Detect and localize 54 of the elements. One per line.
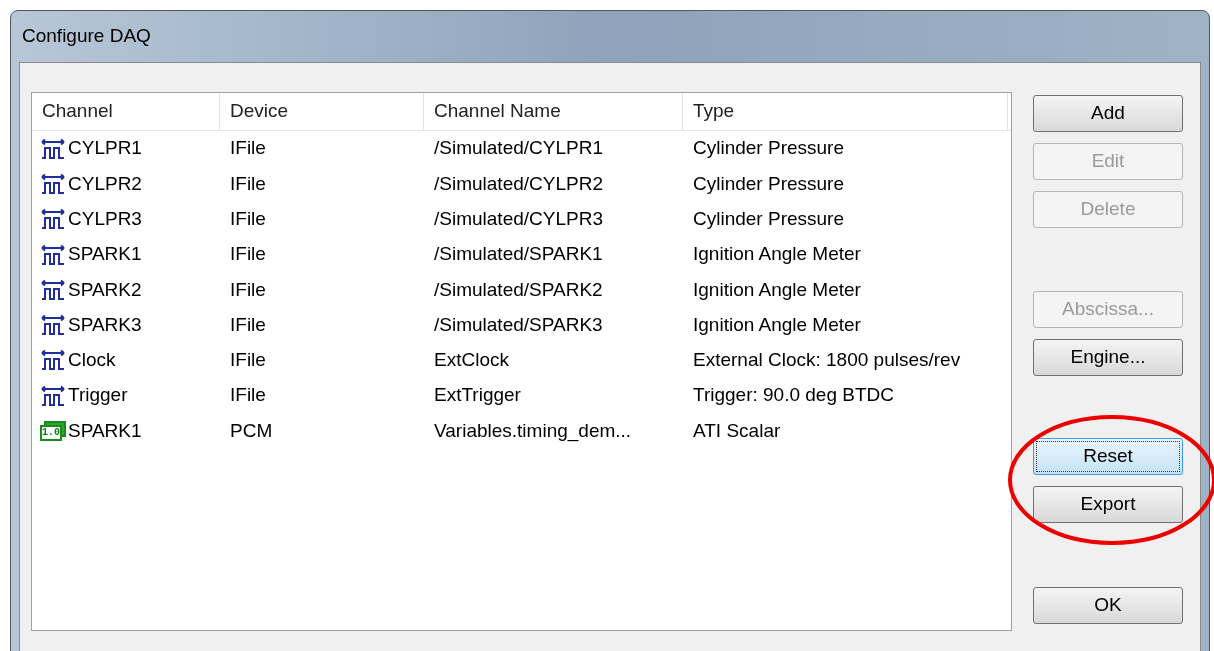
table-cell-text: /Simulated/CYLPR1: [434, 136, 603, 161]
table-cell-text: Cylinder Pressure: [693, 207, 844, 231]
table-cell-text: IFile: [230, 348, 266, 373]
table-cell-text: Trigger: [68, 383, 128, 408]
table-cell-text: Cylinder Pressure: [693, 136, 844, 161]
table-cell-text: IFile: [230, 383, 266, 408]
square-wave-icon: [40, 208, 66, 231]
table-cell-text: Ignition Angle Meter: [693, 312, 861, 337]
table-cell-text: Ignition Angle Meter: [693, 277, 861, 302]
table-cell-text: PCM: [230, 418, 273, 443]
square-wave-icon: [40, 349, 66, 372]
table-cell-text: ExtClock: [434, 348, 509, 373]
table-cell-text: IFile: [230, 171, 266, 196]
dialog-button[interactable]: Engine...: [1033, 339, 1183, 376]
table-cell-text: IFile: [230, 312, 266, 337]
table-cell-text: /Simulated/CYLPR3: [434, 207, 603, 231]
table-cell-text: SPARK1: [68, 242, 142, 267]
table-cell-text: ATI Scalar: [693, 418, 781, 443]
square-wave-icon: [40, 278, 66, 301]
table-cell-text: External Clock: 1800 pulses/rev: [693, 348, 961, 373]
table-cell-text: Variables.timing_dem...: [434, 418, 632, 444]
table-cell-text: CYLPR3: [68, 207, 142, 231]
square-wave-icon: [40, 172, 66, 195]
table-cell-text: ExtTrigger: [434, 383, 521, 408]
table-cell-text: CYLPR1: [68, 136, 142, 161]
table-cell-text: IFile: [230, 136, 266, 161]
column-header[interactable]: Type: [683, 93, 1008, 130]
table-cell-text: /Simulated/SPARK3: [434, 312, 603, 337]
table-cell-text: SPARK2: [68, 277, 142, 302]
table-cell-text: SPARK3: [68, 312, 142, 337]
table-cell-text: /Simulated/SPARK2: [434, 277, 603, 302]
dialog-button[interactable]: Export: [1033, 486, 1183, 523]
column-header[interactable]: Channel: [32, 93, 220, 130]
table-cell-text: /Simulated/SPARK1: [434, 242, 603, 267]
dialog-button[interactable]: Add: [1033, 95, 1183, 132]
table-cell-text: Clock: [68, 348, 116, 373]
table-cell-text: IFile: [230, 242, 266, 267]
table-cell-text: /Simulated/CYLPR2: [434, 171, 603, 196]
table-cell-text: IFile: [230, 277, 266, 302]
square-wave-icon: [40, 314, 66, 337]
table-cell-text: IFile: [230, 207, 266, 231]
table-cell-text: CYLPR2: [68, 171, 142, 196]
square-wave-icon: [40, 384, 66, 407]
column-header[interactable]: Channel Name: [424, 93, 683, 130]
column-header[interactable]: Device: [220, 93, 424, 130]
window-title: Configure DAQ: [22, 24, 151, 49]
square-wave-icon: [40, 243, 66, 266]
square-wave-icon: [40, 137, 66, 160]
table-cell-text: Trigger: 90.0 deg BTDC: [693, 383, 894, 408]
dialog-button[interactable]: Reset: [1033, 438, 1183, 475]
table-cell-text: SPARK1: [68, 418, 142, 443]
dialog-button[interactable]: OK: [1033, 587, 1183, 624]
table-cell-text: Cylinder Pressure: [693, 171, 844, 196]
table-cell-text: Ignition Angle Meter: [693, 242, 861, 267]
